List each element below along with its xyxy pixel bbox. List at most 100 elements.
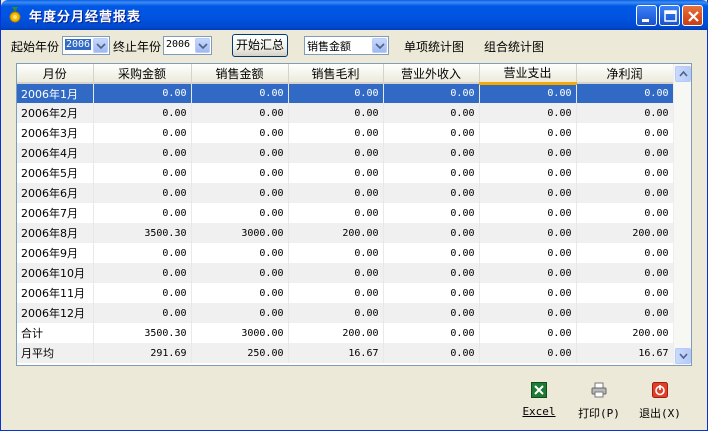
value-cell: 0.00 xyxy=(288,83,384,103)
value-cell: 0.00 xyxy=(479,263,577,283)
value-cell: 0.00 xyxy=(479,203,577,223)
value-cell: 0.00 xyxy=(383,163,480,183)
value-cell: 200.00 xyxy=(576,223,674,243)
value-cell: 0.00 xyxy=(479,223,577,243)
metric-select[interactable]: 销售金额 xyxy=(304,36,389,55)
export-excel-button[interactable]: Excel xyxy=(521,382,557,418)
column-header-net-profit[interactable]: 净利润 xyxy=(576,64,674,84)
value-cell: 0.00 xyxy=(93,263,192,283)
column-header-purchase[interactable]: 采购金额 xyxy=(93,64,192,84)
table-row[interactable]: 2006年11月 0.00 0.00 0.00 0.00 0.00 0.00 xyxy=(17,283,674,303)
start-year-select[interactable]: 2006 xyxy=(62,36,110,55)
vertical-scrollbar[interactable] xyxy=(673,64,691,365)
table-header-row: 月份 采购金额 销售金额 销售毛利 营业外收入 营业支出 净利润 xyxy=(17,64,674,85)
value-cell: 0.00 xyxy=(576,263,674,283)
minimize-icon xyxy=(642,19,649,22)
single-chart-link[interactable]: 单项统计图 xyxy=(404,38,464,55)
value-cell: 0.00 xyxy=(191,83,289,103)
start-summary-button[interactable]: 开始汇总 xyxy=(232,34,288,57)
table-row[interactable]: 2006年5月 0.00 0.00 0.00 0.00 0.00 0.00 xyxy=(17,163,674,183)
start-year-value: 2006 xyxy=(65,39,92,50)
month-cell: 2006年11月 xyxy=(17,283,94,303)
value-cell: 0.00 xyxy=(479,183,577,203)
value-cell: 0.00 xyxy=(383,323,480,343)
start-year-dropdown-button[interactable] xyxy=(93,38,108,53)
value-cell: 0.00 xyxy=(383,83,480,103)
column-header-month[interactable]: 月份 xyxy=(17,64,94,84)
combined-chart-link[interactable]: 组合统计图 xyxy=(484,38,544,55)
value-cell: 291.69 xyxy=(93,343,192,363)
month-cell: 2006年1月 xyxy=(17,83,94,103)
end-year-select[interactable]: 2006 xyxy=(163,36,212,55)
value-cell: 0.00 xyxy=(383,223,480,243)
value-cell: 0.00 xyxy=(93,203,192,223)
close-button[interactable] xyxy=(682,5,703,26)
column-header-other-income[interactable]: 营业外收入 xyxy=(383,64,480,84)
title-bar[interactable]: 年度分月经营报表 xyxy=(1,0,708,30)
table-row[interactable]: 2006年10月 0.00 0.00 0.00 0.00 0.00 0.00 xyxy=(17,263,674,283)
value-cell: 0.00 xyxy=(93,83,192,103)
value-cell: 0.00 xyxy=(288,183,384,203)
scroll-up-button[interactable] xyxy=(675,66,691,82)
value-cell: 0.00 xyxy=(576,143,674,163)
month-cell: 2006年12月 xyxy=(17,303,94,323)
month-cell: 2006年7月 xyxy=(17,203,94,223)
table-row[interactable]: 2006年9月 0.00 0.00 0.00 0.00 0.00 0.00 xyxy=(17,243,674,263)
value-cell: 0.00 xyxy=(191,163,289,183)
value-cell: 0.00 xyxy=(576,283,674,303)
value-cell: 0.00 xyxy=(93,303,192,323)
value-cell: 0.00 xyxy=(93,283,192,303)
table-row[interactable]: 2006年2月 0.00 0.00 0.00 0.00 0.00 0.00 xyxy=(17,103,674,123)
value-cell: 0.00 xyxy=(288,103,384,123)
value-cell: 0.00 xyxy=(383,303,480,323)
table-row[interactable]: 月平均 291.69 250.00 16.67 0.00 0.00 16.67 xyxy=(17,343,674,363)
value-cell: 0.00 xyxy=(383,343,480,363)
table-row[interactable]: 2006年8月 3500.30 3000.00 200.00 0.00 0.00 200.0… xyxy=(17,223,674,243)
month-cell: 2006年2月 xyxy=(17,103,94,123)
table-row[interactable]: 2006年7月 0.00 0.00 0.00 0.00 0.00 0.00 xyxy=(17,203,674,223)
table-row[interactable]: 2006年4月 0.00 0.00 0.00 0.00 0.00 0.00 xyxy=(17,143,674,163)
window-title: 年度分月经营报表 xyxy=(29,10,142,25)
column-header-gross-profit[interactable]: 销售毛利 xyxy=(288,64,384,84)
maximize-button[interactable] xyxy=(659,5,680,26)
value-cell: 0.00 xyxy=(383,103,480,123)
end-year-dropdown-button[interactable] xyxy=(195,38,210,53)
table-row[interactable]: 2006年1月 0.00 0.00 0.00 0.00 0.00 0.00 xyxy=(17,83,674,103)
value-cell: 0.00 xyxy=(191,303,289,323)
value-cell: 0.00 xyxy=(576,103,674,123)
value-cell: 200.00 xyxy=(576,323,674,343)
minimize-button[interactable] xyxy=(636,5,657,26)
month-cell: 2006年4月 xyxy=(17,143,94,163)
value-cell: 0.00 xyxy=(383,203,480,223)
report-table[interactable]: 月份 采购金额 销售金额 销售毛利 营业外收入 营业支出 净利润 2006年1月… xyxy=(16,63,692,366)
value-cell: 200.00 xyxy=(288,323,384,343)
value-cell: 0.00 xyxy=(288,263,384,283)
month-cell: 2006年5月 xyxy=(17,163,94,183)
column-header-sales[interactable]: 销售金额 xyxy=(191,64,289,84)
month-cell: 月平均 xyxy=(17,343,94,363)
value-cell: 0.00 xyxy=(479,163,577,183)
scroll-down-button[interactable] xyxy=(675,348,691,364)
start-year-label: 起始年份 xyxy=(11,40,60,54)
printer-icon xyxy=(591,382,607,398)
chevron-down-icon xyxy=(96,43,106,49)
column-header-expenses[interactable]: 营业支出 xyxy=(479,64,577,85)
value-cell: 0.00 xyxy=(191,203,289,223)
value-cell: 0.00 xyxy=(93,183,192,203)
print-button[interactable]: 打印(P) xyxy=(575,382,623,421)
value-cell: 0.00 xyxy=(191,143,289,163)
value-cell: 0.00 xyxy=(191,103,289,123)
excel-icon xyxy=(531,382,547,398)
table-row[interactable]: 2006年12月 0.00 0.00 0.00 0.00 0.00 0.00 xyxy=(17,303,674,323)
month-cell: 2006年6月 xyxy=(17,183,94,203)
table-row[interactable]: 2006年3月 0.00 0.00 0.00 0.00 0.00 0.00 xyxy=(17,123,674,143)
value-cell: 3500.30 xyxy=(93,323,192,343)
exit-button[interactable]: 退出(X) xyxy=(636,382,684,421)
table-row[interactable]: 2006年6月 0.00 0.00 0.00 0.00 0.00 0.00 xyxy=(17,183,674,203)
value-cell: 0.00 xyxy=(191,243,289,263)
value-cell: 0.00 xyxy=(288,203,384,223)
medal-icon xyxy=(9,7,21,23)
table-row[interactable]: 合计 3500.30 3000.00 200.00 0.00 0.00 200.00 xyxy=(17,323,674,343)
power-icon xyxy=(652,382,668,398)
metric-dropdown-button[interactable] xyxy=(372,38,387,53)
